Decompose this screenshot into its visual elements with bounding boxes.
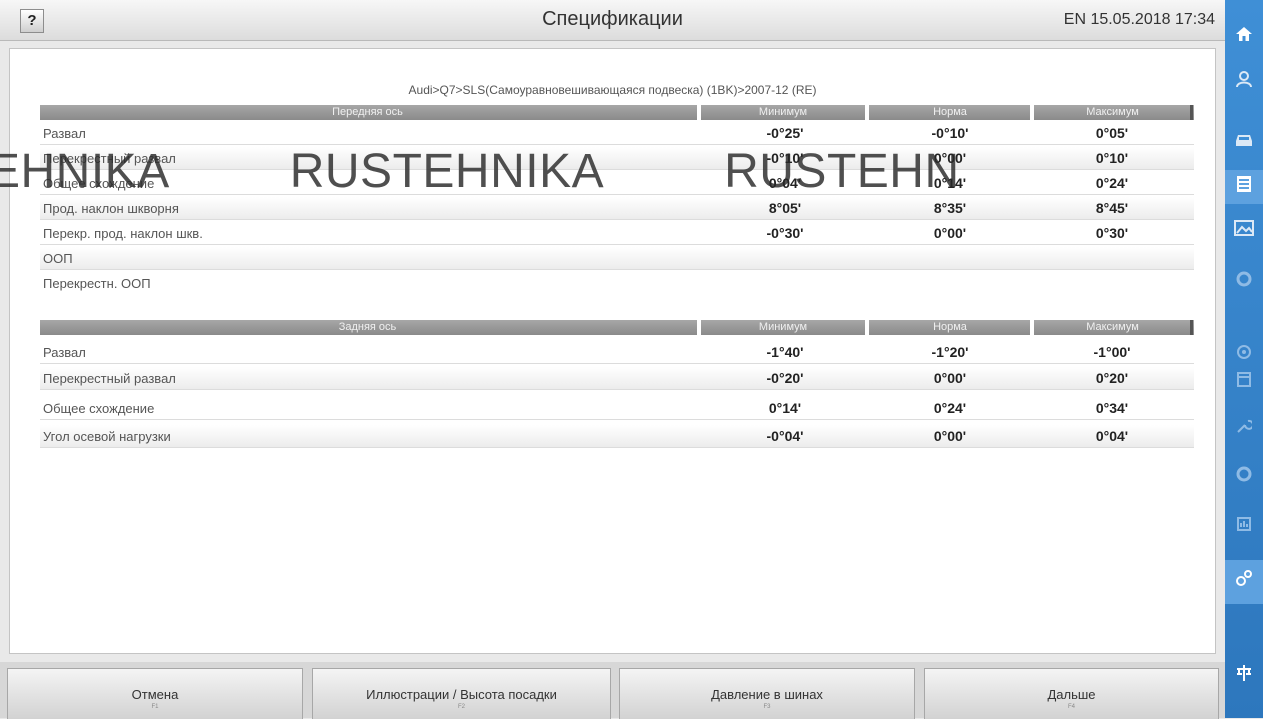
value-min: -0°25' xyxy=(766,125,804,141)
value-nom: -0°10' xyxy=(931,125,969,141)
function-key-hint: F2 xyxy=(457,704,465,710)
value-max: 0°34' xyxy=(1095,400,1129,416)
value-nom: 0°00' xyxy=(933,150,967,166)
row-label: Прод. наклон шкворня xyxy=(43,201,179,216)
function-key-hint: F3 xyxy=(763,704,771,710)
value-min: -0°30' xyxy=(766,225,804,241)
value-max: 8°45' xyxy=(1095,200,1129,216)
row-label: Развал xyxy=(43,126,86,141)
gears-icon[interactable] xyxy=(1225,560,1263,604)
header-divider xyxy=(697,105,701,120)
value-nom: 0°00' xyxy=(933,370,967,386)
value-min: -0°10' xyxy=(766,150,804,166)
row-label: Перекрестный развал xyxy=(43,151,176,166)
button-label: Дальше xyxy=(1047,687,1096,702)
table-row: Перекрестный развал -0°10' 0°00' 0°10' xyxy=(40,147,1194,170)
value-nom: 0°00' xyxy=(933,428,967,444)
row-label: Общее схождение xyxy=(43,401,155,416)
value-min: 0°14' xyxy=(768,400,802,416)
table-row: Прод. наклон шкворня 8°05' 8°35' 8°45' xyxy=(40,197,1194,220)
value-min: -1°40' xyxy=(766,344,804,360)
button-label: Отмена xyxy=(131,687,179,702)
value-nom: 0°00' xyxy=(933,225,967,241)
title-bar: ? Спецификации EN 15.05.2018 17:34 xyxy=(0,0,1225,41)
next-button[interactable]: Дальше F4 xyxy=(924,668,1219,719)
row-label: Общее схождение xyxy=(43,176,155,191)
header-end-marker xyxy=(1190,105,1193,120)
value-nom: 8°35' xyxy=(933,200,967,216)
value-min: 8°05' xyxy=(768,200,802,216)
status-language-datetime: EN 15.05.2018 17:34 xyxy=(1063,11,1215,28)
value-nom: 0°24' xyxy=(933,400,967,416)
header-divider xyxy=(697,320,701,335)
value-min: -0°04' xyxy=(766,428,804,444)
value-min: 0°04' xyxy=(768,175,802,191)
value-max: 0°10' xyxy=(1095,150,1129,166)
front-min-header: Минимум xyxy=(758,106,808,118)
header-divider xyxy=(865,105,869,120)
table-row: Общее схождение 0°04' 0°14' 0°24' xyxy=(40,172,1194,195)
table-row: Угол осевой нагрузки -0°04' 0°00' 0°04' xyxy=(40,425,1194,448)
value-nom: -1°20' xyxy=(931,344,969,360)
value-max: 0°20' xyxy=(1095,370,1129,386)
settings-wheel-icon[interactable] xyxy=(1225,463,1263,489)
button-label: Иллюстрации / Высота посадки xyxy=(366,687,557,702)
home-icon[interactable] xyxy=(1225,24,1263,50)
value-max: 0°30' xyxy=(1095,225,1129,241)
car-icon[interactable] xyxy=(1225,129,1263,155)
calendar-icon[interactable] xyxy=(1225,368,1263,394)
wrench-icon[interactable] xyxy=(1225,415,1263,441)
front-axle-title: Передняя ось xyxy=(332,106,403,118)
table-row: Общее схождение 0°14' 0°24' 0°34' xyxy=(40,397,1194,420)
steering-icon[interactable] xyxy=(1225,341,1263,367)
header-end-marker xyxy=(1190,320,1193,335)
table-row: Развал -1°40' -1°20' -1°00' xyxy=(40,341,1194,364)
sidebar xyxy=(1225,0,1263,718)
row-label: Перекрестный развал xyxy=(43,371,176,386)
specifications-panel: Audi>Q7>SLS(Самоуравновешивающаяся подве… xyxy=(9,48,1216,654)
vehicle-breadcrumb: Audi>Q7>SLS(Самоуравновешивающаяся подве… xyxy=(408,83,817,97)
report-icon[interactable] xyxy=(1225,513,1263,539)
header-divider xyxy=(1030,105,1034,120)
front-max-header: Максимум xyxy=(1086,106,1139,118)
page-title: Спецификации xyxy=(542,8,683,30)
gauge-icon[interactable] xyxy=(1225,268,1263,294)
rear-axle-header: Задняя ось Минимум Норма Максимум xyxy=(40,320,1194,335)
table-row: Перекрестн. ООП xyxy=(40,272,1194,294)
row-label: ООП xyxy=(43,251,73,266)
row-label: Развал xyxy=(43,345,86,360)
document-icon[interactable] xyxy=(1225,170,1263,204)
value-nom: 0°14' xyxy=(933,175,967,191)
value-max: 0°05' xyxy=(1095,125,1129,141)
table-row: ООП xyxy=(40,247,1194,270)
front-axle-header: Передняя ось Минимум Норма Максимум xyxy=(40,105,1194,120)
person-icon[interactable] xyxy=(1225,69,1263,95)
cancel-button[interactable]: Отмена F1 xyxy=(7,668,303,719)
value-max: 0°04' xyxy=(1095,428,1129,444)
function-key-bar: Отмена F1 Иллюстрации / Высота посадки F… xyxy=(0,662,1225,719)
table-row: Перекр. прод. наклон шкв. -0°30' 0°00' 0… xyxy=(40,222,1194,245)
rear-min-header: Минимум xyxy=(758,321,808,333)
function-key-hint: F4 xyxy=(1067,704,1075,710)
tire-pressure-button[interactable]: Давление в шинах F3 xyxy=(619,668,915,719)
network-icon[interactable] xyxy=(1225,663,1263,689)
value-min: -0°20' xyxy=(766,370,804,386)
illustrations-ride-height-button[interactable]: Иллюстрации / Высота посадки F2 xyxy=(312,668,611,719)
table-row: Развал -0°25' -0°10' 0°05' xyxy=(40,122,1194,145)
picture-icon[interactable] xyxy=(1225,217,1263,243)
row-label: Угол осевой нагрузки xyxy=(43,429,171,444)
row-label: Перекрестн. ООП xyxy=(43,276,151,291)
rear-axle-title: Задняя ось xyxy=(338,321,397,333)
function-key-hint: F1 xyxy=(151,704,159,710)
row-label: Перекр. прод. наклон шкв. xyxy=(43,226,203,241)
front-nom-header: Норма xyxy=(933,106,967,118)
button-label: Давление в шинах xyxy=(711,687,823,702)
header-divider xyxy=(1030,320,1034,335)
rear-nom-header: Норма xyxy=(933,321,967,333)
rear-max-header: Максимум xyxy=(1086,321,1139,333)
value-max: -1°00' xyxy=(1093,344,1131,360)
header-divider xyxy=(865,320,869,335)
table-row: Перекрестный развал -0°20' 0°00' 0°20' xyxy=(40,367,1194,390)
value-max: 0°24' xyxy=(1095,175,1129,191)
